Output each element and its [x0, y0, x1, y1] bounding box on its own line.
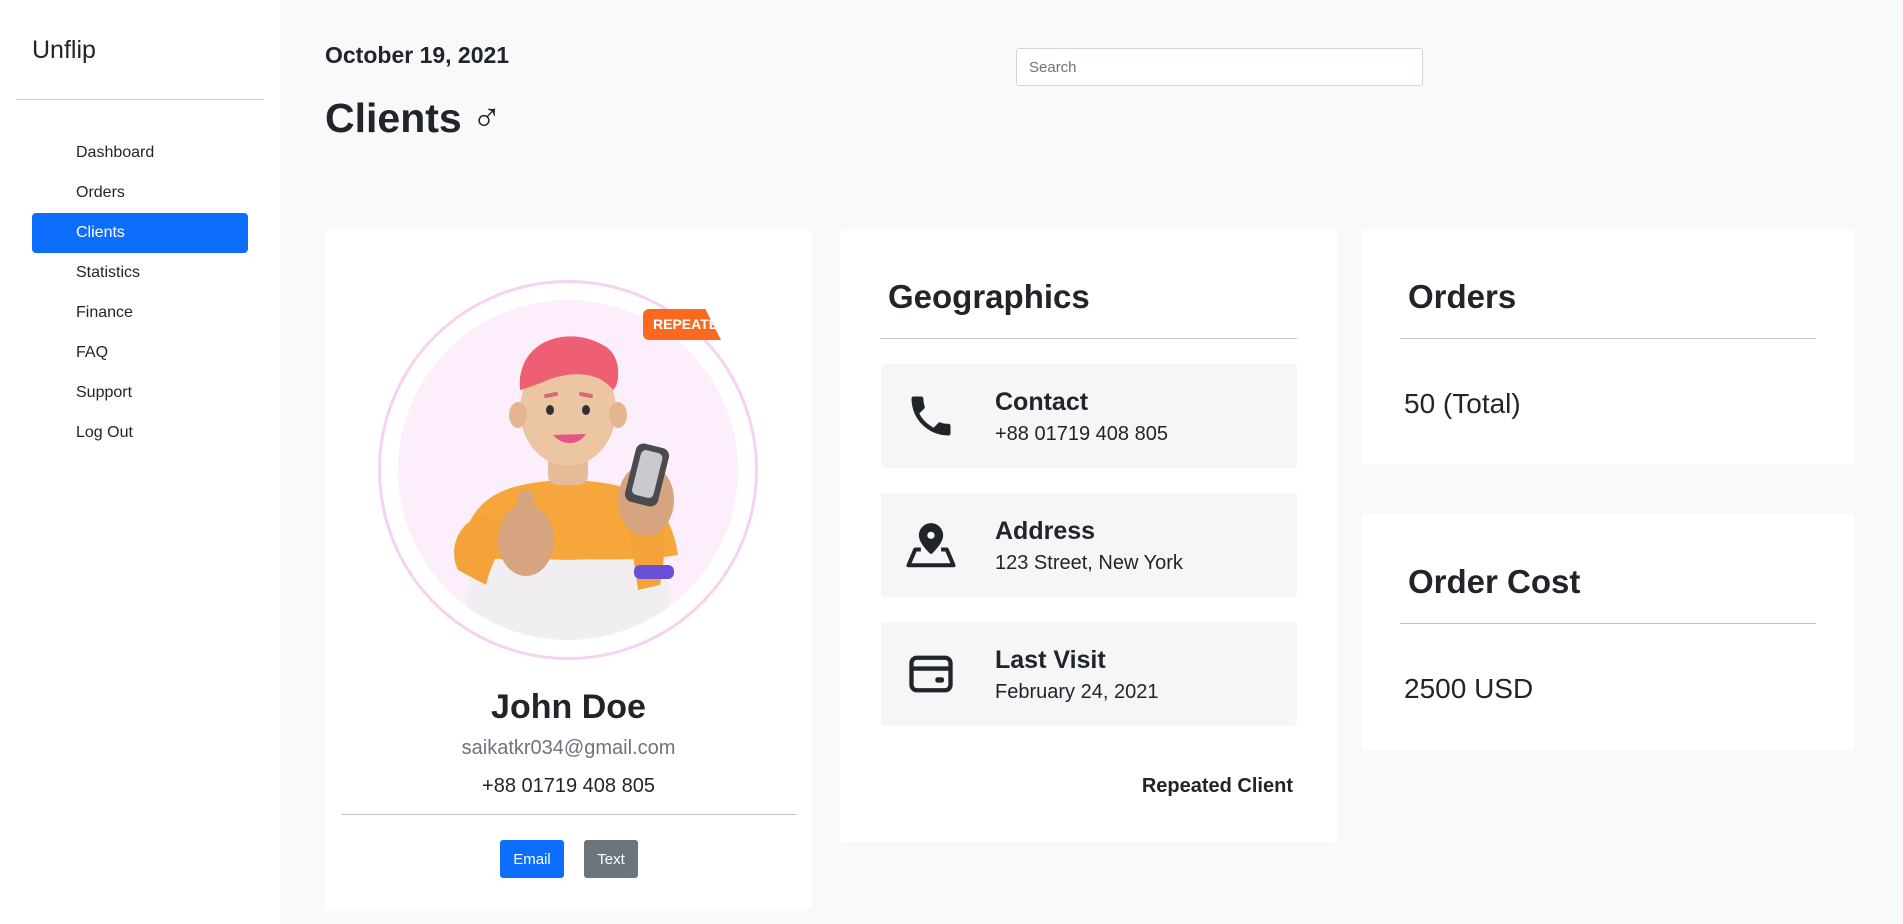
sidebar-item-statistics[interactable]: Statistics [32, 253, 248, 293]
geographics-card: Geographics Contact +88 01719 408 805 Ad… [840, 229, 1337, 842]
last-visit-label: Last Visit [995, 646, 1106, 674]
order-cost-card: Order Cost 2500 USD [1361, 514, 1855, 750]
orders-card: Orders 50 (Total) [1361, 229, 1855, 465]
sidebar-item-finance[interactable]: Finance [32, 293, 248, 333]
profile-divider [341, 814, 796, 815]
phone-icon [901, 386, 961, 446]
contact-info: Contact +88 01719 408 805 [881, 364, 1297, 468]
client-status: Repeated Client [1141, 775, 1293, 797]
order-cost-value: 2500 USD [1404, 673, 1534, 704]
page-title: Clients ♂ [325, 95, 502, 142]
last-visit-info: Last Visit February 24, 2021 [881, 622, 1297, 726]
search-input[interactable] [1016, 48, 1423, 86]
orders-total: 50 (Total) [1404, 388, 1521, 419]
last-visit-value: February 24, 2021 [995, 681, 1159, 703]
sidebar: Unflip Dashboard Orders Clients Statisti… [0, 0, 280, 924]
geographics-title: Geographics [888, 278, 1090, 315]
sidebar-item-clients[interactable]: Clients [32, 213, 248, 253]
sidebar-item-orders[interactable]: Orders [32, 173, 248, 213]
sidebar-item-dashboard[interactable]: Dashboard [32, 133, 248, 173]
contact-label: Contact [995, 388, 1089, 416]
credit-card-icon [901, 644, 961, 704]
repeated-badge: REPEATED [643, 309, 721, 340]
sidebar-divider [16, 99, 264, 100]
male-symbol-icon: ♂ [471, 96, 502, 140]
address-info: Address 123 Street, New York [881, 493, 1297, 597]
orders-title: Orders [1408, 278, 1517, 315]
client-profile-card: REPEATED John Doe saikatkr034@gmail.com … [325, 229, 812, 909]
sidebar-nav: Dashboard Orders Clients Statistics Fina… [32, 133, 248, 453]
avatar-illustration [398, 300, 738, 640]
page-title-text: Clients [325, 95, 462, 141]
client-name: John Doe [491, 688, 646, 726]
geographics-divider [880, 338, 1297, 339]
order-cost-divider [1400, 623, 1816, 624]
address-value: 123 Street, New York [995, 552, 1183, 574]
orders-divider [1400, 338, 1816, 339]
sidebar-item-support[interactable]: Support [32, 373, 248, 413]
contact-value: +88 01719 408 805 [995, 423, 1168, 445]
current-date: October 19, 2021 [325, 42, 510, 68]
map-pin-icon [901, 515, 961, 575]
text-button[interactable]: Text [584, 840, 638, 878]
address-label: Address [995, 517, 1096, 545]
sidebar-item-faq[interactable]: FAQ [32, 333, 248, 373]
order-cost-title: Order Cost [1408, 563, 1581, 600]
sidebar-item-logout[interactable]: Log Out [32, 413, 248, 453]
brand-logo[interactable]: Unflip [32, 36, 96, 65]
client-email: saikatkr034@gmail.com [461, 737, 676, 759]
email-button[interactable]: Email [500, 840, 564, 878]
client-phone: +88 01719 408 805 [482, 775, 655, 797]
